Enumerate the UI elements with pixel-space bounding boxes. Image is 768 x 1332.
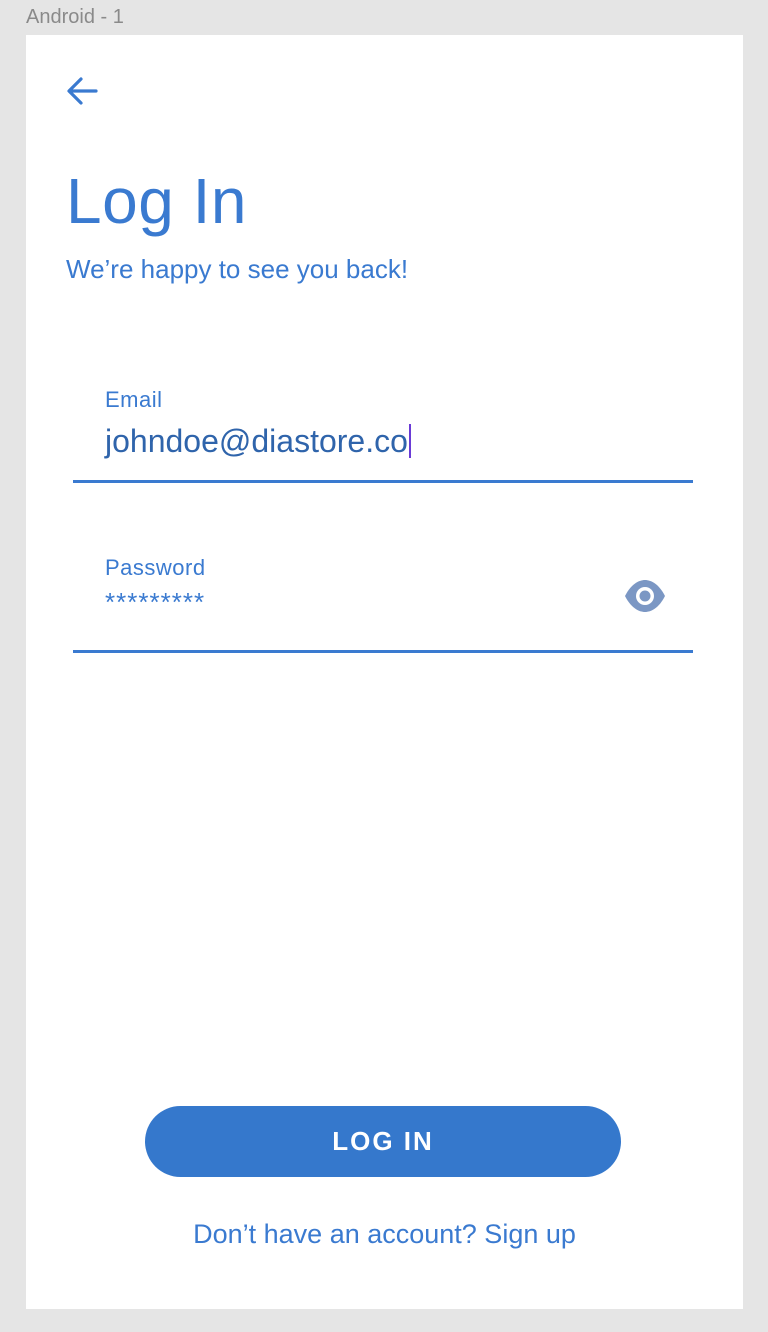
android-screen: Log In We’re happy to see you back! Emai…	[26, 35, 743, 1309]
page-subtitle: We’re happy to see you back!	[66, 254, 409, 284]
login-button[interactable]: LOG IN	[145, 1106, 621, 1177]
email-value: johndoe@diastore.co	[105, 423, 408, 459]
show-password-toggle[interactable]	[623, 579, 667, 613]
arrow-left-icon	[67, 77, 98, 105]
password-underline	[73, 650, 693, 653]
password-field[interactable]: Password *********	[73, 555, 693, 653]
password-input[interactable]: *********	[105, 587, 205, 618]
back-button[interactable]	[62, 71, 102, 111]
email-input[interactable]: johndoe@diastore.co	[105, 421, 411, 461]
email-label: Email	[105, 387, 163, 412]
text-caret	[408, 424, 411, 458]
email-underline	[73, 480, 693, 483]
frame-label: Android - 1	[26, 6, 124, 28]
password-label: Password	[105, 555, 206, 580]
page-title: Log In	[66, 165, 247, 237]
eye-icon	[625, 580, 665, 612]
email-field[interactable]: Email johndoe@diastore.co	[73, 387, 693, 483]
signup-link[interactable]: Don’t have an account? Sign up	[26, 1219, 743, 1250]
